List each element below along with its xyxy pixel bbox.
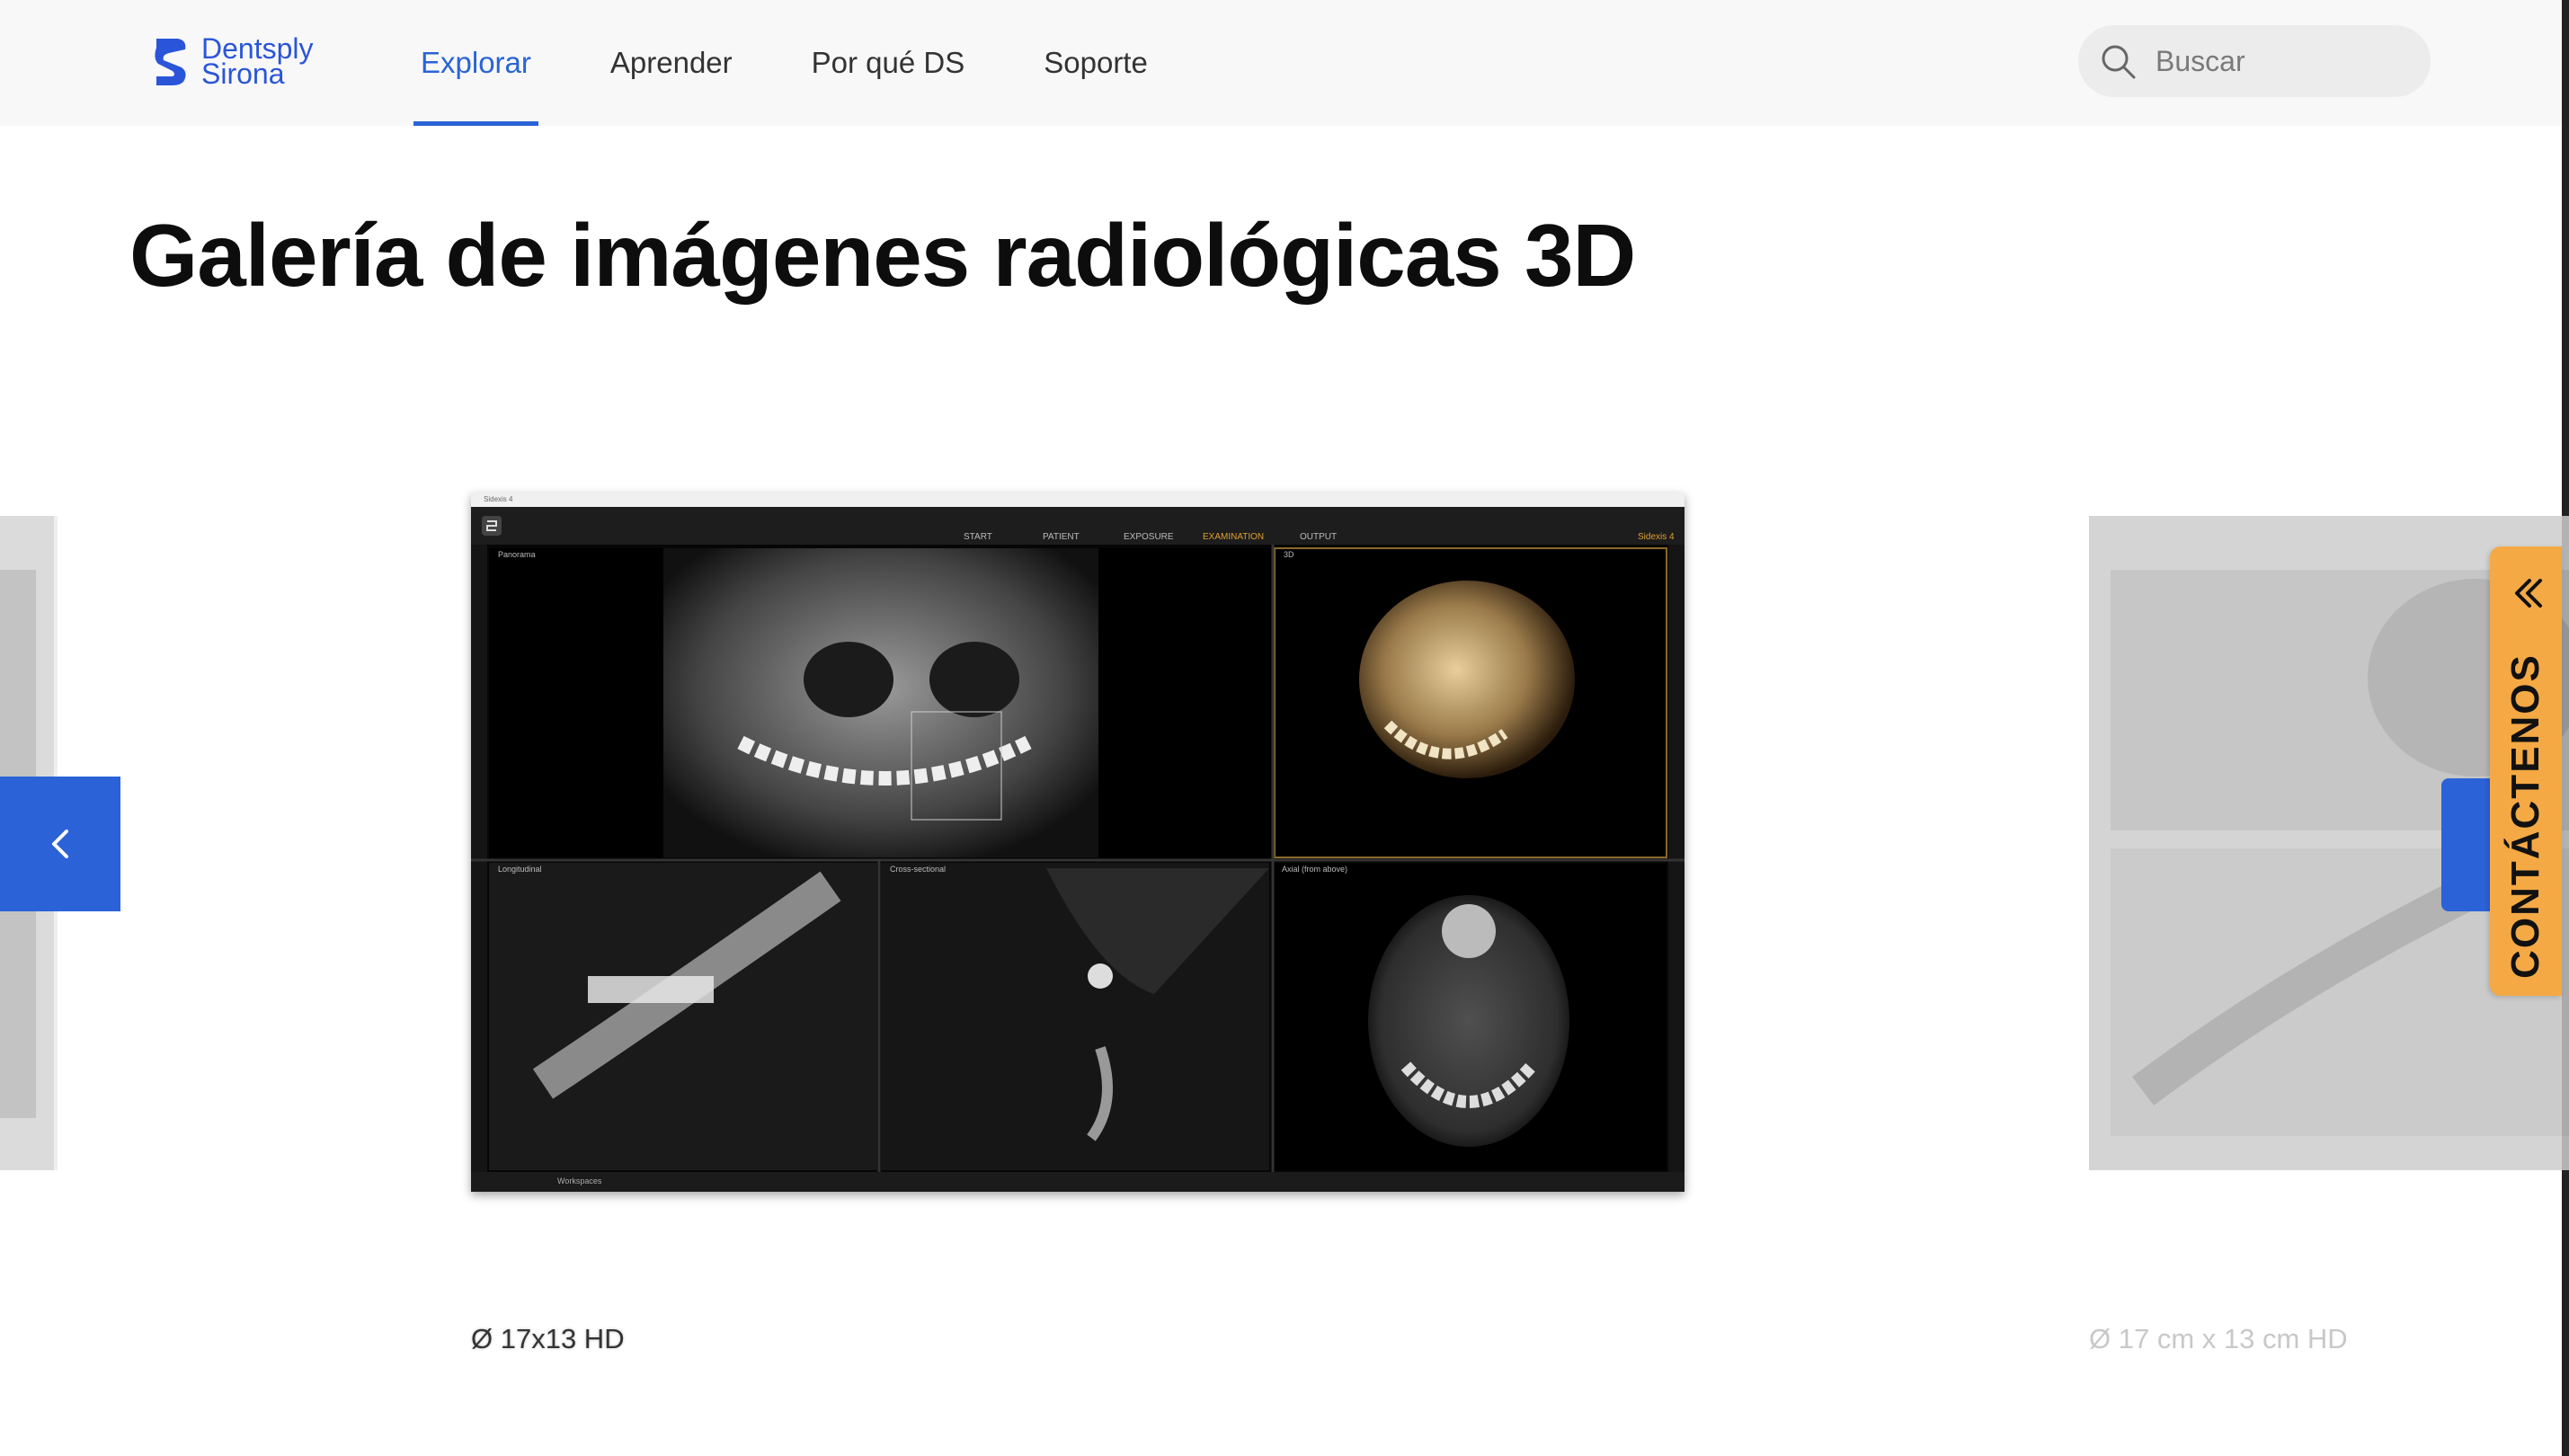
app-workspaces-label: Workspaces [557,1176,602,1185]
xray-workspace-image [471,545,1685,1172]
double-chevron-icon [2515,579,2542,608]
app-window-title: Sidexis 4 [484,495,513,503]
app-step-output: OUTPUT [1300,532,1338,542]
panel-label-panorama: Panorama [498,550,536,559]
carousel-prev-button[interactable] [0,777,120,911]
app-brand: Sidexis 4 [1638,532,1675,542]
app-toolbar: START PATIENT EXPOSURE EXAMINATION OUTPU… [471,507,1685,545]
app-step-exposure: EXPOSURE [1124,532,1174,542]
nav-item-soporte[interactable]: Soporte [1044,0,1148,126]
top-navigation-bar: Dentsply Sirona Explorar Aprender Por qu… [0,0,2562,126]
logo-line-2: Sirona [201,58,285,90]
nav-item-por-que-ds[interactable]: Por qué DS [812,0,965,126]
logo-text: Dentsply Sirona [201,34,314,90]
carousel-next-button[interactable] [2441,778,2495,911]
panel-label-axial: Axial (from above) [1282,865,1348,874]
carousel-current-slide[interactable]: Sidexis 4 START PATIENT EXPOSURE EXAMINA… [471,493,1685,1192]
contact-tab-label: CONTÁCTENOS [2503,653,2547,979]
app-step-patient: PATIENT [1043,532,1080,542]
logo-mark-icon [155,39,186,85]
panel-label-cross-sectional: Cross-sectional [890,865,947,874]
panel-label-longitudinal: Longitudinal [498,865,542,874]
app-step-examination: EXAMINATION [1203,532,1265,542]
next-slide-caption: Ø 17 cm x 13 cm HD [2089,1323,2348,1354]
nav-item-aprender[interactable]: Aprender [610,0,733,126]
app-logo-icon [482,516,502,536]
main-nav: Explorar Aprender Por qué DS Soporte [413,0,1227,126]
panel-label-3d: 3D [1284,550,1294,559]
app-titlebar: Sidexis 4 [471,493,1685,507]
search-icon [2102,45,2136,79]
current-slide-caption: Ø 17x13 HD [471,1323,625,1354]
search-input[interactable] [2154,43,2409,79]
app-step-start: START [964,532,992,542]
contact-tab[interactable]: CONTÁCTENOS [2490,546,2562,996]
search-box[interactable] [2078,25,2431,97]
app-bottom-bar: Workspaces [471,1172,1685,1192]
nav-item-explorar[interactable]: Explorar [413,0,538,126]
dentsply-sirona-logo[interactable]: Dentsply Sirona [151,34,340,88]
page-title: Galería de imágenes radiológicas 3D [129,206,1636,305]
chevron-left-icon [52,830,68,858]
